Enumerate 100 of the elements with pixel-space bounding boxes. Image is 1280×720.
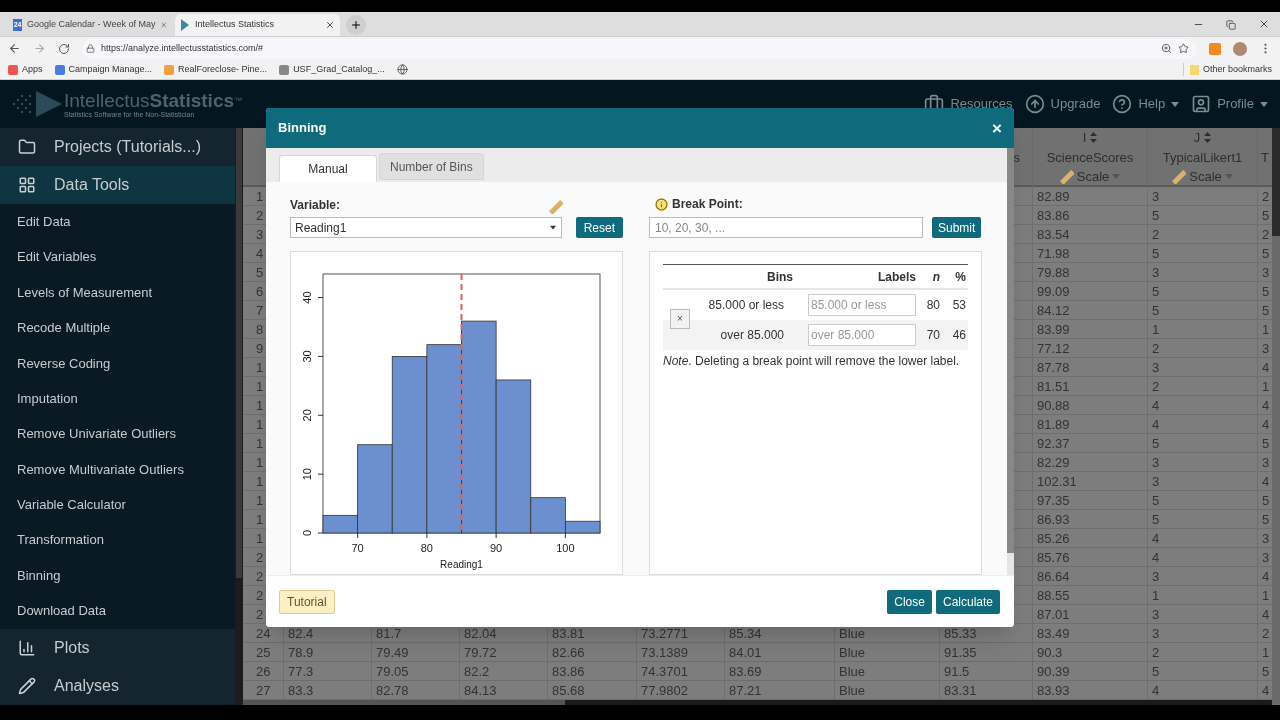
globe-icon[interactable]: [396, 64, 408, 75]
table-cell: 5: [1262, 512, 1270, 527]
folder-icon: [18, 138, 36, 156]
sidebar-item[interactable]: Binning: [0, 557, 235, 594]
y-tick-label: 0: [301, 529, 313, 537]
column-name: T: [1261, 148, 1269, 167]
grid-icon: [18, 176, 36, 194]
info-icon[interactable]: [655, 197, 668, 211]
table-cell: 4: [1262, 607, 1270, 622]
zoom-icon[interactable]: [1161, 43, 1172, 54]
table-cell: 3: [1262, 455, 1270, 470]
row-number: 1: [256, 455, 264, 470]
nav-link[interactable]: Profile: [1191, 94, 1268, 114]
percent-value: 46: [951, 327, 967, 344]
scrollbar[interactable]: [235, 128, 243, 705]
close-button[interactable]: ×: [992, 119, 1002, 137]
reset-button[interactable]: Reset: [575, 217, 623, 238]
row-number: 8: [256, 322, 264, 337]
break-point-input[interactable]: 10, 20, 30, ...: [649, 217, 923, 238]
label-input[interactable]: 85.000 or less: [808, 294, 916, 316]
row-number: 6: [256, 284, 264, 299]
sidebar-item[interactable]: Remove Univariate Outliers: [0, 416, 235, 452]
star-icon[interactable]: [1178, 43, 1189, 54]
help-icon: [1112, 94, 1133, 114]
table-cell: 5: [1152, 436, 1160, 451]
sidebar-section[interactable]: Plots: [0, 628, 235, 667]
label-input[interactable]: over 85.000: [808, 324, 916, 346]
section-label: Plots: [54, 637, 90, 658]
nav-link[interactable]: Upgrade: [1024, 94, 1101, 114]
row-number: 1: [256, 493, 264, 508]
table-cell: 90.88: [1037, 398, 1070, 413]
back-icon[interactable]: [8, 42, 21, 55]
table-cell: 79.88: [1037, 265, 1070, 280]
table-cell: 83.49: [1037, 626, 1070, 641]
sidebar-item[interactable]: Transformation: [0, 522, 235, 558]
sidebar-section[interactable]: Data Tools: [0, 166, 235, 204]
tick-mark: [317, 473, 324, 475]
folder-icon: [1189, 64, 1199, 75]
close-icon[interactable]: [325, 20, 335, 30]
sidebar-item[interactable]: Imputation: [0, 380, 235, 417]
sidebar-section[interactable]: Analyses: [0, 666, 235, 705]
new-tab-button[interactable]: [346, 15, 366, 35]
submit-button[interactable]: Submit: [932, 217, 982, 238]
y-tick-label: 20: [301, 409, 313, 422]
table-cell: 85.33: [944, 626, 977, 641]
sidebar-item[interactable]: Download Data: [0, 593, 235, 629]
x-tick-label: 80: [420, 542, 433, 554]
table-cell: 3: [1152, 360, 1160, 375]
table-cell: 5: [1152, 284, 1160, 299]
calculate-button[interactable]: Calculate: [935, 589, 1000, 614]
sort-icon[interactable]: [1204, 132, 1212, 144]
other-bookmarks-link[interactable]: Other bookmarks: [1182, 62, 1272, 77]
table-cell: 4: [1152, 683, 1160, 698]
dialog-tab[interactable]: Manual: [279, 155, 377, 182]
horizontal-scrollbar[interactable]: [243, 700, 1272, 705]
forward-icon[interactable]: [33, 42, 46, 55]
table-cell: 1: [1262, 588, 1270, 603]
table-cell: 3: [1152, 626, 1160, 641]
browser-tab[interactable]: Intellectus Statistics: [175, 14, 340, 36]
table-cell: Blue: [839, 645, 866, 660]
row-number: 1: [256, 474, 264, 489]
tutorial-button[interactable]: Tutorial: [279, 589, 335, 614]
close-button[interactable]: Close: [887, 589, 932, 614]
sidebar-item[interactable]: Edit Variables: [0, 239, 235, 275]
tick-mark: [495, 532, 497, 539]
variable-select[interactable]: Reading1: [290, 217, 562, 238]
table-cell: 83.54: [1037, 227, 1070, 242]
sidebar-item[interactable]: Recode Multiple: [0, 310, 235, 346]
sidebar-item[interactable]: Edit Data: [0, 204, 235, 240]
bookmark-link[interactable]: Campaign Manage...: [54, 62, 153, 77]
bookmark-link[interactable]: RealForeclose- Pine...: [164, 62, 268, 77]
table-cell: 74.3701: [641, 664, 688, 679]
extension-icon[interactable]: [1209, 42, 1221, 55]
row-number: 1: [256, 436, 264, 451]
dialog-scrollbar[interactable]: [1007, 148, 1014, 575]
sidebar-item[interactable]: Variable Calculator: [0, 487, 235, 523]
section-label: Data Tools: [54, 175, 130, 195]
avatar-icon[interactable]: [1233, 41, 1247, 56]
column-header: n: [931, 268, 941, 286]
dialog-tab[interactable]: Number of Bins: [379, 153, 484, 180]
bookmark-link[interactable]: USF_Grad_Catalog_...: [279, 62, 385, 77]
sidebar-section[interactable]: Projects (Tutorials...): [0, 128, 235, 166]
address-bar[interactable]: https://analyze.intellectusstatistics.com/#: [82, 38, 1197, 59]
restore-icon[interactable]: [1226, 20, 1236, 30]
sidebar-item[interactable]: Levels of Measurement: [0, 274, 235, 311]
arrow-up-icon: [1024, 94, 1045, 114]
sidebar-item[interactable]: Reverse Coding: [0, 345, 235, 381]
close-icon[interactable]: [1258, 18, 1270, 30]
table-cell: 82.29: [1037, 455, 1070, 470]
row-number: 4: [256, 246, 264, 261]
sort-icon[interactable]: [1090, 132, 1098, 144]
nav-link[interactable]: Help: [1112, 94, 1180, 114]
bookmark-link[interactable]: Apps: [8, 62, 43, 77]
table-cell: 1: [1262, 322, 1270, 337]
delete-break-button[interactable]: ×: [670, 309, 690, 329]
reload-icon[interactable]: [58, 42, 70, 55]
table-cell: 83.86: [1037, 208, 1070, 223]
table-cell: 97.35: [1037, 493, 1070, 508]
vertical-scrollbar[interactable]: [1272, 128, 1280, 705]
sidebar-item[interactable]: Remove Multivariate Outliers: [0, 451, 235, 488]
